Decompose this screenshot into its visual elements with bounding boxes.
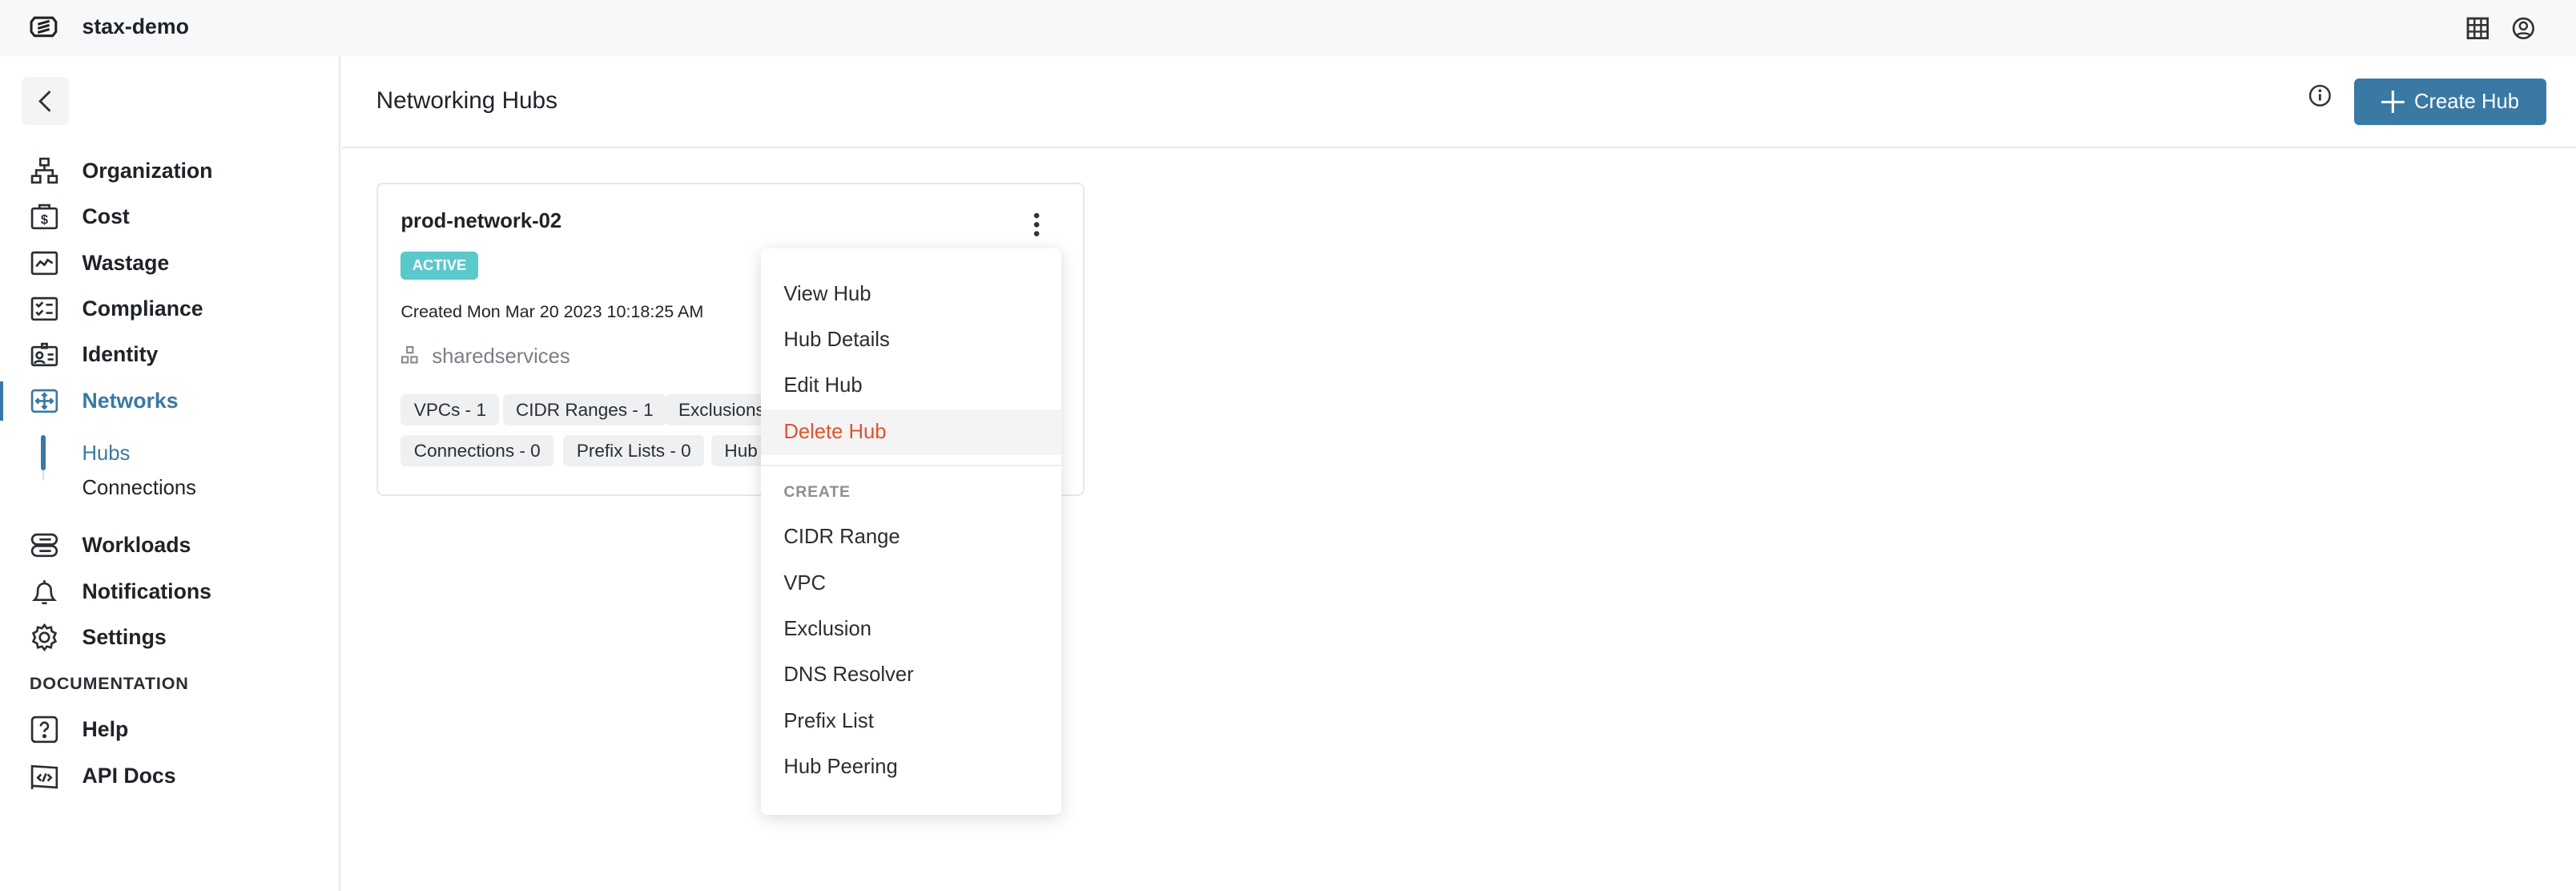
apps-grid-icon[interactable] — [2466, 17, 2489, 40]
sidebar-item-label: Identity — [82, 342, 159, 367]
sidebar-item-identity[interactable]: Identity — [0, 335, 340, 374]
sidebar-item-label: Wastage — [82, 250, 170, 275]
chip-hub: Hub — [711, 435, 764, 467]
sidebar: Organization $ Cost Wastage Compliance I… — [0, 55, 340, 891]
sidebar-item-label: Settings — [82, 625, 167, 650]
account-icon — [401, 345, 418, 364]
sidebar-item-label: Compliance — [82, 296, 203, 321]
sidebar-item-workloads[interactable]: Workloads — [0, 526, 340, 565]
menu-create-dns-resolver[interactable]: DNS Resolver — [761, 652, 1061, 698]
menu-create-vpc[interactable]: VPC — [761, 560, 1061, 606]
sidebar-item-notifications[interactable]: Notifications — [0, 572, 340, 611]
stax-logo-icon — [30, 17, 58, 38]
menu-create-prefix-list[interactable]: Prefix List — [761, 699, 1061, 744]
org-name: stax-demo — [82, 14, 189, 39]
hub-name[interactable]: prod-network-02 — [400, 210, 561, 233]
menu-divider — [760, 465, 1061, 467]
chip-cidr-ranges: CIDR Ranges - 1 — [502, 394, 667, 426]
sidebar-item-compliance[interactable]: Compliance — [0, 289, 340, 329]
submenu-active-indicator — [41, 435, 46, 470]
compliance-icon — [30, 296, 58, 321]
sidebar-item-cost[interactable]: $ Cost — [0, 197, 340, 236]
info-icon[interactable] — [2308, 84, 2332, 107]
menu-edit-hub[interactable]: Edit Hub — [761, 363, 1061, 409]
sidebar-subitem-hubs[interactable]: Hubs — [83, 442, 131, 466]
sidebar-item-label: Notifications — [82, 579, 211, 603]
wastage-icon — [30, 251, 58, 275]
sidebar-subitem-connections[interactable]: Connections — [83, 477, 196, 500]
sidebar-item-settings[interactable]: Settings — [0, 618, 340, 657]
identity-icon — [30, 342, 58, 366]
sidebar-item-label: API Docs — [82, 763, 176, 788]
gear-icon — [31, 623, 58, 652]
menu-create-exclusion[interactable]: Exclusion — [761, 607, 1061, 652]
chevron-left-icon — [38, 90, 51, 112]
account-name: sharedservices — [432, 345, 570, 368]
sidebar-item-label: Help — [82, 717, 129, 742]
workloads-icon — [30, 534, 58, 558]
top-bar: stax-demo — [0, 0, 2576, 56]
created-date: Created Mon Mar 20 2023 10:18:25 AM — [400, 302, 704, 322]
status-badge: ACTIVE — [400, 251, 478, 280]
cost-icon: $ — [30, 204, 58, 230]
chip-vpcs: VPCs - 1 — [400, 394, 500, 426]
sidebar-item-label: Workloads — [82, 533, 191, 558]
active-indicator — [0, 381, 4, 421]
sidebar-item-api-docs[interactable]: API Docs — [0, 756, 340, 795]
menu-create-heading: CREATE — [783, 482, 851, 501]
bell-icon — [31, 579, 57, 605]
sidebar-item-label: Cost — [82, 204, 130, 229]
documentation-heading: DOCUMENTATION — [29, 673, 189, 693]
help-icon — [30, 716, 58, 744]
sidebar-item-label: Organization — [82, 158, 213, 183]
menu-create-hub-peering[interactable]: Hub Peering — [761, 744, 1061, 790]
svg-text:$: $ — [41, 213, 48, 228]
create-hub-label: Create Hub — [2414, 90, 2520, 113]
plus-icon — [2381, 90, 2405, 114]
page-header: Networking Hubs Create Hub — [341, 56, 2576, 148]
menu-view-hub[interactable]: View Hub — [761, 271, 1061, 316]
page-title: Networking Hubs — [376, 87, 557, 114]
user-account-icon[interactable] — [2512, 17, 2535, 40]
hub-actions-menu: View Hub Hub Details Edit Hub Delete Hub… — [760, 248, 1061, 816]
menu-hub-details[interactable]: Hub Details — [761, 317, 1061, 363]
create-hub-button[interactable]: Create Hub — [2354, 79, 2547, 125]
kebab-menu-icon[interactable] — [1032, 212, 1041, 237]
chip-prefix-lists: Prefix Lists - 0 — [563, 435, 705, 467]
menu-delete-hub[interactable]: Delete Hub — [760, 409, 1061, 456]
networks-icon — [30, 389, 58, 413]
sidebar-item-wastage[interactable]: Wastage — [0, 244, 340, 283]
collapse-sidebar-button[interactable] — [21, 77, 70, 125]
organization-icon — [30, 157, 58, 183]
chip-exclusions: Exclusions — [665, 394, 764, 426]
api-docs-icon — [30, 764, 58, 789]
sidebar-item-organization[interactable]: Organization — [0, 151, 340, 191]
sidebar-item-label: Networks — [82, 388, 179, 413]
sidebar-item-networks[interactable]: Networks — [0, 381, 340, 421]
chip-connections: Connections - 0 — [400, 435, 554, 467]
sidebar-item-help[interactable]: Help — [0, 710, 340, 749]
menu-create-cidr-range[interactable]: CIDR Range — [761, 514, 1061, 560]
